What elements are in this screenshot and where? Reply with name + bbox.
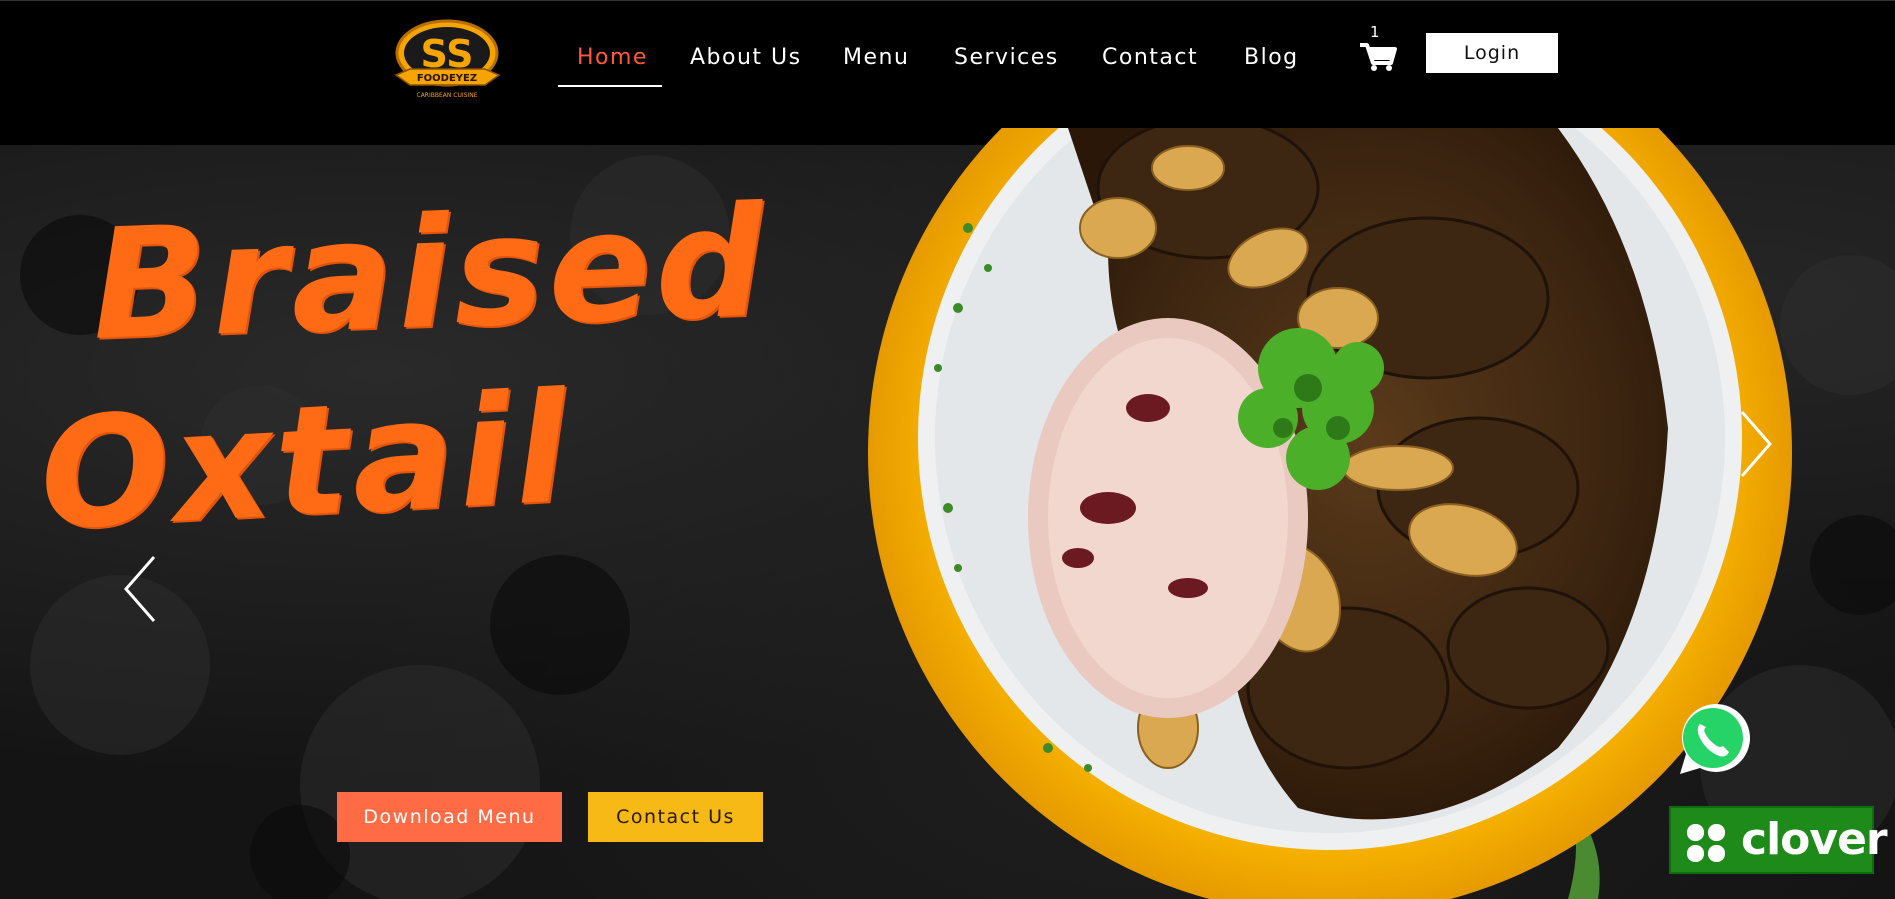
clover-icon xyxy=(1687,824,1725,862)
nav-about-us[interactable]: About Us xyxy=(690,45,802,75)
nav-active-underline xyxy=(558,85,662,87)
nav-services[interactable]: Services xyxy=(954,45,1059,75)
ss-foodeyez-logo[interactable]: SS FOODEYEZ CARIBBEAN CUISINE xyxy=(390,19,505,103)
logo-tagline: CARIBBEAN CUISINE xyxy=(417,92,478,99)
download-menu-button[interactable]: Download Menu xyxy=(337,792,562,842)
hero-headline-line1: Braised xyxy=(89,173,771,374)
clover-label: clover xyxy=(1741,814,1888,865)
prev-arrow-icon[interactable] xyxy=(120,553,160,625)
hero-headline-line2: Oxtail xyxy=(35,359,575,564)
logo-banner: FOODEYEZ xyxy=(417,73,477,84)
login-button[interactable]: Login xyxy=(1426,33,1558,73)
contact-us-button[interactable]: Contact Us xyxy=(588,792,763,842)
nav-blog[interactable]: Blog xyxy=(1244,45,1299,75)
clover-badge[interactable]: clover xyxy=(1669,806,1888,874)
next-arrow-icon[interactable] xyxy=(1736,408,1776,480)
nav-home[interactable]: Home xyxy=(577,45,648,75)
nav-contact[interactable]: Contact xyxy=(1102,45,1198,75)
oxtail-dish-image xyxy=(868,128,1792,899)
cart-count-badge: 1 xyxy=(1370,23,1380,41)
site-header: SS FOODEYEZ CARIBBEAN CUISINE Home About… xyxy=(0,0,1895,146)
nav-menu[interactable]: Menu xyxy=(843,45,909,75)
whatsapp-icon[interactable] xyxy=(1672,700,1750,780)
